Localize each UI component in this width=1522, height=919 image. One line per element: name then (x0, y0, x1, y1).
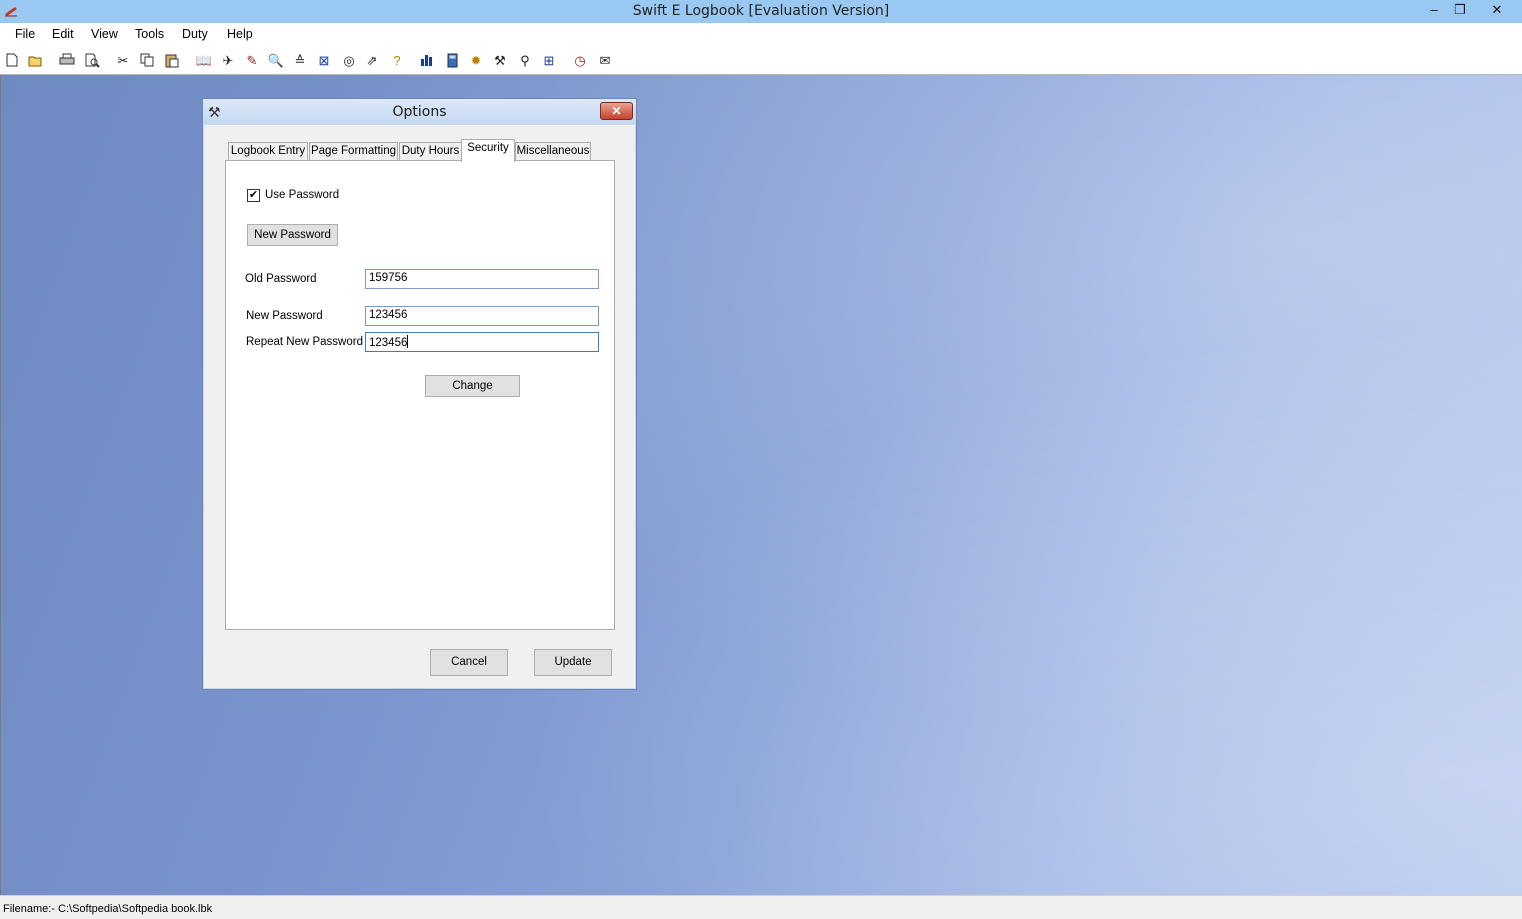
cut-icon[interactable]: ✂ (114, 51, 132, 69)
toolbar: ✂ 📖 ✈ ✎ 🔍 ≙ ⊠ ◎ ⇗ ? ✹ ⚒ ⚲ ⊞ ◷ ✉ (0, 45, 1522, 75)
old-password-label: Old Password (245, 273, 317, 285)
pin-icon[interactable]: ⚲ (516, 51, 534, 69)
minimize-button[interactable]: – (1421, 0, 1447, 22)
aircraft-icon[interactable]: ✈ (219, 51, 237, 69)
tab-duty-hours[interactable]: Duty Hours (399, 142, 462, 161)
text-caret (407, 335, 409, 348)
duty-icon[interactable]: ⊞ (540, 51, 558, 69)
tab-security[interactable]: Security (461, 139, 515, 162)
close-window-button[interactable]: ✕ (1484, 0, 1510, 22)
sort-icon[interactable]: ≙ (291, 51, 309, 69)
repeat-new-password-label: Repeat New Password (246, 336, 363, 348)
new-password-label: New Password (246, 310, 323, 322)
edit-entry-icon[interactable]: ✎ (243, 51, 261, 69)
repeat-new-password-field[interactable]: 123456 (365, 332, 599, 352)
map-icon[interactable]: ⊠ (315, 51, 333, 69)
status-bar: Filename:- C:\Softpedia\Softpedia book.l… (0, 895, 1522, 919)
dialog-close-button[interactable]: ✕ (600, 102, 633, 120)
tools-icon[interactable]: ⚒ (491, 51, 509, 69)
use-password-label: Use Password (265, 189, 340, 201)
print-preview-icon[interactable] (83, 51, 101, 69)
menu-bar: File Edit View Tools Duty Help (0, 23, 1522, 45)
clock-icon[interactable]: ◷ (571, 51, 589, 69)
menu-help[interactable]: Help (227, 27, 253, 41)
old-password-field[interactable]: 159756 (365, 269, 599, 289)
search-icon[interactable]: 🔍 (267, 51, 285, 69)
menu-file[interactable]: File (15, 27, 35, 41)
window-title: Swift E Logbook [Evaluation Version] (632, 3, 890, 19)
new-file-icon[interactable] (3, 51, 21, 69)
calculator-icon[interactable] (443, 51, 461, 69)
tab-page-formatting[interactable]: Page Formatting (309, 142, 398, 161)
menu-edit[interactable]: Edit (52, 27, 74, 41)
paste-icon[interactable] (163, 51, 181, 69)
window-titlebar[interactable]: Swift E Logbook [Evaluation Version] – ❐… (0, 0, 1522, 23)
menu-duty[interactable]: Duty (182, 27, 208, 41)
tab-logbook-entry[interactable]: Logbook Entry (228, 142, 308, 161)
dialog-title: Options (392, 104, 447, 120)
cancel-button[interactable]: Cancel (430, 649, 508, 676)
tab-miscellaneous[interactable]: Miscellaneous (515, 142, 591, 161)
new-password-field[interactable]: 123456 (365, 306, 599, 326)
logbook-icon[interactable]: 📖 (195, 51, 213, 69)
restore-button[interactable]: ❐ (1447, 0, 1473, 22)
update-button[interactable]: Update (534, 649, 612, 676)
open-folder-icon[interactable] (27, 51, 45, 69)
change-button[interactable]: Change (425, 375, 520, 397)
help-icon[interactable]: ? (388, 51, 406, 69)
notes-icon[interactable]: ✉ (596, 51, 614, 69)
status-filename: Filename:- C:\Softpedia\Softpedia book.l… (3, 903, 213, 915)
menu-tools[interactable]: Tools (135, 27, 164, 41)
settings-icon[interactable]: ✹ (467, 51, 485, 69)
print-icon[interactable] (58, 51, 76, 69)
copy-icon[interactable] (138, 51, 156, 69)
use-password-checkbox[interactable]: ✔ (247, 189, 260, 202)
options-dialog: ⚒ Options ✕ Logbook Entry Page Formattin… (202, 98, 637, 690)
chart-icon[interactable] (418, 51, 436, 69)
repeat-password-value: 123456 (369, 337, 408, 349)
globe-icon[interactable]: ◎ (340, 51, 358, 69)
dialog-titlebar[interactable]: ⚒ Options ✕ (203, 99, 636, 125)
menu-view[interactable]: View (91, 27, 118, 41)
export-icon[interactable]: ⇗ (363, 51, 381, 69)
new-password-button[interactable]: New Password (247, 224, 338, 246)
